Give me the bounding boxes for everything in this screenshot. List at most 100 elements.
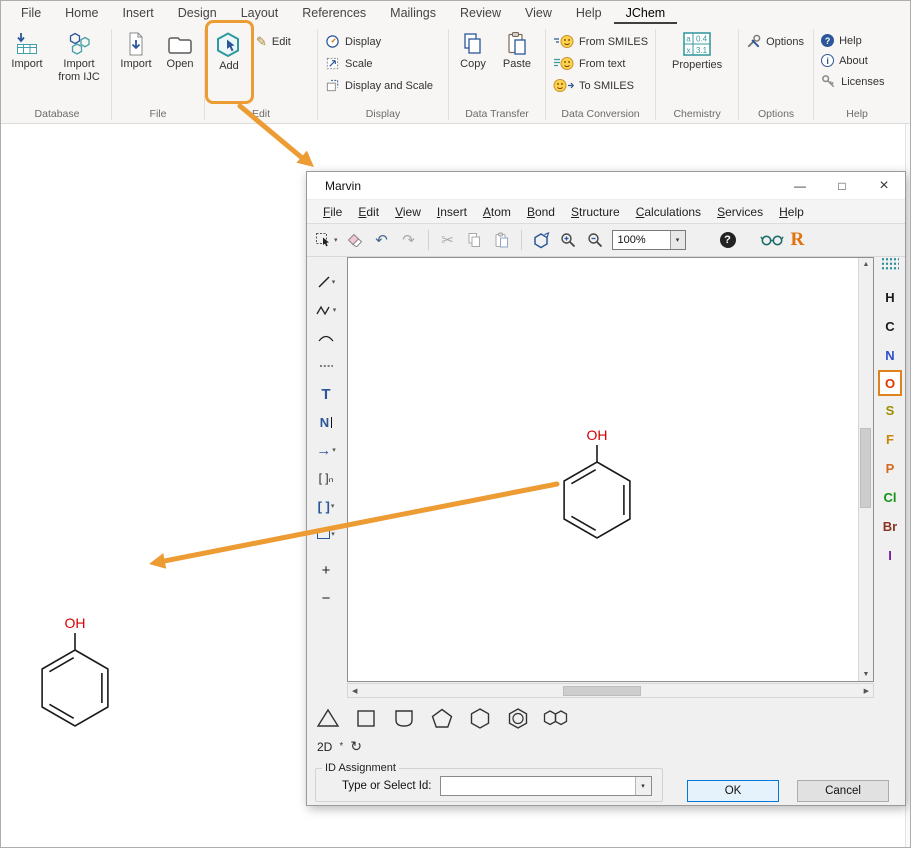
from-text-button[interactable]: From text: [549, 54, 629, 73]
copy-button[interactable]: Copy: [452, 26, 494, 73]
tab-view[interactable]: View: [513, 3, 564, 24]
cyclopentane-template[interactable]: [427, 704, 457, 731]
element-Br[interactable]: Br: [877, 512, 903, 541]
cyclopentane-round-template[interactable]: [389, 704, 419, 731]
element-N[interactable]: N: [877, 341, 903, 370]
menu-bond[interactable]: Bond: [519, 202, 563, 222]
cut-button[interactable]: ✂: [438, 229, 458, 251]
marvin-help-button[interactable]: ?: [718, 229, 738, 251]
edit-button[interactable]: ✎ Edit: [252, 32, 295, 52]
chevron-down-icon[interactable]: ▾: [635, 777, 651, 795]
chevron-down-icon[interactable]: ▾: [670, 231, 685, 249]
cyclopropane-template[interactable]: [313, 704, 343, 731]
zoom-in-button[interactable]: [558, 229, 578, 251]
menu-help[interactable]: Help: [771, 202, 812, 222]
ok-button[interactable]: OK: [687, 780, 779, 802]
tab-references[interactable]: References: [290, 3, 378, 24]
tab-home[interactable]: Home: [53, 3, 110, 24]
menu-atom[interactable]: Atom: [475, 202, 519, 222]
copy-button-marvin[interactable]: [465, 229, 485, 251]
menu-file[interactable]: File: [315, 202, 350, 222]
phenol-structure-canvas[interactable]: OH: [547, 422, 647, 562]
tab-insert[interactable]: Insert: [111, 3, 166, 24]
element-F[interactable]: F: [877, 425, 903, 454]
undo-button[interactable]: ↶: [372, 229, 392, 251]
naphthalene-template[interactable]: [541, 704, 571, 731]
scroll-up-icon[interactable]: ▲: [863, 258, 870, 271]
canvas-horizontal-scrollbar[interactable]: ◀ ▶: [347, 683, 874, 698]
menu-calculations[interactable]: Calculations: [628, 202, 709, 222]
zoom-level-combobox[interactable]: 100% ▾: [612, 230, 686, 250]
selection-tool[interactable]: ▾: [315, 229, 338, 251]
shape-tool[interactable]: ▾: [311, 523, 341, 545]
marvin-title-bar[interactable]: Marvin — □ ×: [307, 172, 905, 200]
element-P[interactable]: P: [877, 454, 903, 483]
licenses-button[interactable]: Licenses: [817, 72, 888, 91]
about-button[interactable]: i About: [817, 52, 872, 69]
paste-button-marvin[interactable]: [492, 229, 512, 251]
text-tool[interactable]: T: [311, 383, 341, 405]
zoom-out-button[interactable]: [585, 229, 605, 251]
vertical-scroll-thumb[interactable]: [860, 428, 871, 508]
tab-design[interactable]: Design: [166, 3, 229, 24]
paste-button[interactable]: Paste: [496, 26, 538, 73]
arc-tool[interactable]: [311, 327, 341, 349]
cancel-button[interactable]: Cancel: [797, 780, 889, 802]
cyclobutane-template[interactable]: [351, 704, 381, 731]
tab-review[interactable]: Review: [448, 3, 513, 24]
scroll-right-icon[interactable]: ▶: [860, 687, 873, 695]
phenol-structure-document[interactable]: OH: [25, 610, 125, 750]
close-button[interactable]: ×: [863, 172, 905, 199]
element-H[interactable]: H: [877, 283, 903, 312]
help-button[interactable]: ? Help: [817, 32, 866, 49]
periodic-table-icon[interactable]: [881, 257, 899, 271]
reaction-arrow-tool[interactable]: → ▾: [311, 439, 341, 461]
tab-jchem[interactable]: JChem: [614, 3, 678, 24]
to-smiles-button[interactable]: To SMILES: [549, 76, 638, 95]
file-import-button[interactable]: Import: [115, 26, 157, 73]
menu-services[interactable]: Services: [709, 202, 771, 222]
clean-structure-button[interactable]: [531, 229, 551, 251]
display-and-scale-button[interactable]: Display and Scale: [321, 76, 437, 95]
element-O[interactable]: O: [878, 370, 902, 396]
glasses-icon-button[interactable]: [760, 229, 784, 251]
element-I[interactable]: I: [877, 541, 903, 570]
horizontal-scroll-thumb[interactable]: [563, 686, 641, 696]
scroll-left-icon[interactable]: ◀: [348, 687, 361, 695]
maximize-button[interactable]: □: [821, 172, 863, 199]
add-button[interactable]: Add: [208, 26, 250, 75]
cyclohexane-template[interactable]: [465, 704, 495, 731]
bracket-tool[interactable]: [ ] ▾: [311, 495, 341, 517]
marvin-canvas[interactable]: OH ▲ ▼: [347, 257, 874, 682]
open-button[interactable]: Open: [159, 26, 201, 73]
database-import-button[interactable]: Import: [6, 26, 48, 73]
element-S[interactable]: S: [877, 396, 903, 425]
redo-button[interactable]: ↷: [399, 229, 419, 251]
dimension-mode-label[interactable]: 2D: [317, 740, 332, 754]
from-smiles-button[interactable]: From SMILES: [549, 32, 652, 51]
decrease-charge-button[interactable]: −: [311, 587, 341, 609]
single-bond-tool[interactable]: ▾: [311, 271, 341, 293]
tab-mailings[interactable]: Mailings: [378, 3, 448, 24]
benzene-template[interactable]: [503, 704, 533, 731]
minimize-button[interactable]: —: [779, 172, 821, 199]
tab-help[interactable]: Help: [564, 3, 614, 24]
chain-tool[interactable]: ▾: [311, 299, 341, 321]
tab-file[interactable]: File: [9, 3, 53, 24]
tab-layout[interactable]: Layout: [229, 3, 291, 24]
id-combobox[interactable]: ▾: [440, 776, 652, 796]
properties-button[interactable]: a0.4x3.1 Properties: [669, 26, 725, 74]
dashed-bond-tool[interactable]: [311, 355, 341, 377]
menu-insert[interactable]: Insert: [429, 202, 475, 222]
element-Cl[interactable]: Cl: [877, 483, 903, 512]
scale-button[interactable]: Scale: [321, 54, 377, 73]
increase-charge-button[interactable]: +: [311, 559, 341, 581]
rotate-icon[interactable]: ↻: [350, 738, 362, 755]
menu-view[interactable]: View: [387, 202, 429, 222]
repeating-group-tool[interactable]: [ ]ₙ: [311, 467, 341, 489]
import-from-ijc-button[interactable]: Import from IJC: [50, 26, 108, 86]
eraser-tool[interactable]: [345, 229, 365, 251]
atom-label-tool[interactable]: N: [311, 411, 341, 433]
menu-structure[interactable]: Structure: [563, 202, 628, 222]
scroll-down-icon[interactable]: ▼: [863, 668, 870, 681]
